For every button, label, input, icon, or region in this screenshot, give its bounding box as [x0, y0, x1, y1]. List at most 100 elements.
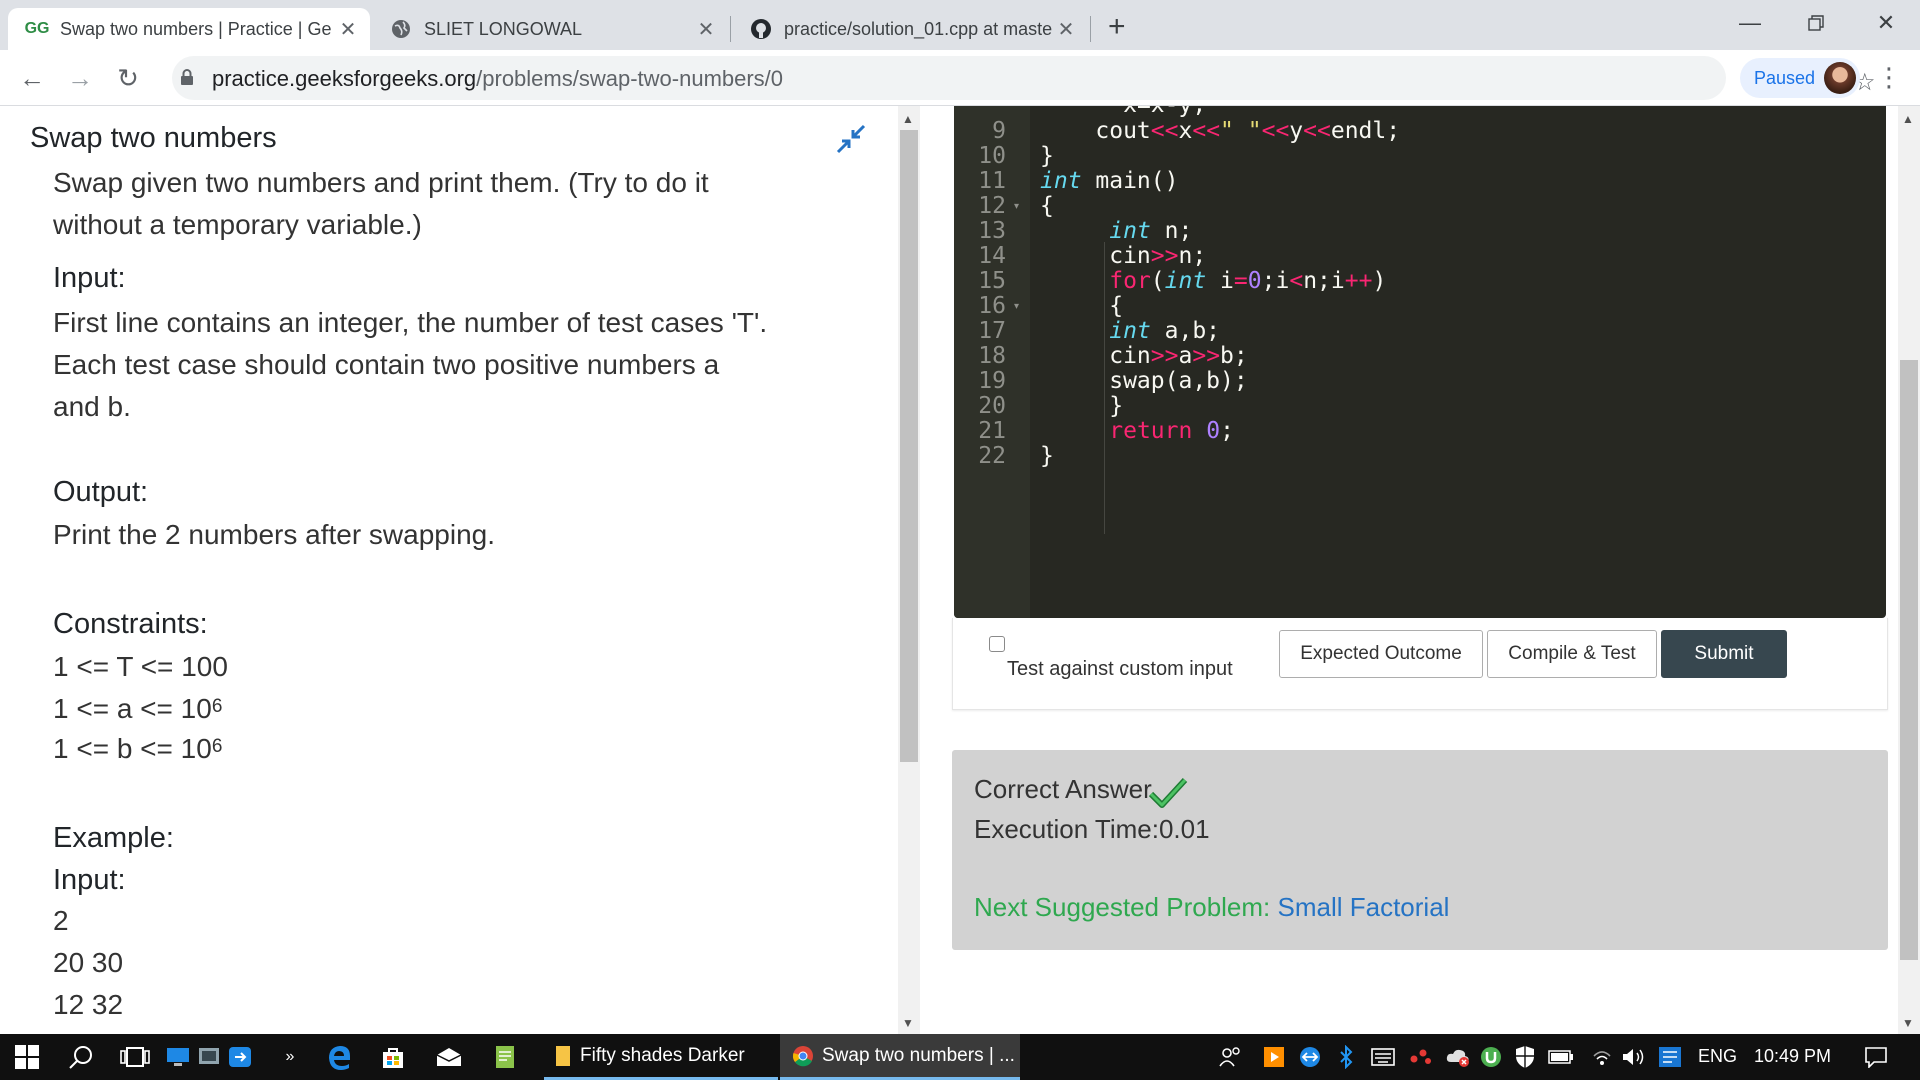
media-player-icon[interactable]	[1262, 1034, 1286, 1080]
search-icon[interactable]	[64, 1034, 98, 1080]
code-line: cout<<x<<" "<<y<<endl;	[1040, 118, 1401, 144]
notepad-icon[interactable]	[488, 1034, 522, 1080]
compile-test-button[interactable]: Compile & Test	[1487, 630, 1657, 678]
output-heading: Output:	[53, 476, 149, 508]
scroll-down-icon[interactable]: ▼	[902, 1016, 914, 1030]
code-line: int n;	[1109, 218, 1193, 244]
tab-title: SLIET LONGOWAL	[424, 18, 583, 39]
new-tab-icon[interactable]: +	[1108, 10, 1126, 44]
scroll-up-icon[interactable]: ▲	[1902, 112, 1914, 126]
store-icon[interactable]	[376, 1034, 410, 1080]
page-scrollbar[interactable]: ▲ ▼	[1898, 106, 1920, 1034]
shield-icon[interactable]	[1512, 1034, 1538, 1080]
tab-github-solution[interactable]: practice/solution_01.cpp at maste ✕	[732, 8, 1088, 50]
line-number: 19	[978, 368, 1006, 394]
cloud-sync-icon[interactable]	[1444, 1034, 1472, 1080]
action-bar: Test against custom input Expected Outco…	[952, 618, 1888, 710]
custom-input-label: Test against custom input	[1007, 658, 1233, 680]
fold-arrow-icon[interactable]: ▾	[1014, 301, 1019, 312]
browser-toolbar: ← → ↻ practice.geeksforgeeks.org/problem…	[0, 50, 1920, 106]
submit-button[interactable]: Submit	[1661, 630, 1787, 678]
scroll-up-icon[interactable]: ▲	[902, 112, 914, 126]
execution-time: Execution Time:0.01	[974, 814, 1210, 844]
close-tab-icon[interactable]: ✕	[1052, 17, 1080, 42]
code-line: int a,b;	[1109, 318, 1221, 344]
taskbar-app-chrome[interactable]: Swap two numbers | ...	[780, 1034, 1020, 1080]
constraint: 1 <= b <= 106	[53, 733, 223, 764]
people-icon[interactable]	[1218, 1034, 1244, 1080]
minimize-icon[interactable]: —	[1720, 4, 1780, 42]
code-line: }	[1040, 393, 1124, 419]
code-line: cin>>a>>b;	[1040, 343, 1248, 369]
tab-sliet[interactable]: SLIET LONGOWAL ✕	[372, 8, 728, 50]
scrollbar-thumb[interactable]	[900, 130, 918, 762]
edge-icon[interactable]	[322, 1034, 356, 1080]
screenshot-icon[interactable]	[196, 1034, 222, 1080]
code-line: {	[1040, 293, 1124, 319]
clock[interactable]: 10:49 PM	[1754, 1046, 1831, 1067]
example-line: 12 32	[53, 989, 124, 1020]
windows-start-icon[interactable]	[10, 1034, 44, 1080]
action-center-icon[interactable]	[1856, 1034, 1896, 1080]
expected-outcome-button[interactable]: Expected Outcome	[1279, 630, 1483, 678]
code-line: x=x-y;	[1040, 106, 1206, 118]
code-line: {	[1040, 193, 1054, 219]
next-problem-link[interactable]: Small Factorial	[1278, 892, 1450, 922]
scrollbar-thumb[interactable]	[1900, 360, 1918, 960]
line-number: 13	[978, 218, 1006, 244]
example-line: 2	[53, 905, 69, 936]
remote-icon[interactable]	[226, 1034, 254, 1080]
line-number: 15	[978, 268, 1006, 294]
reload-icon[interactable]: ↻	[110, 60, 146, 96]
overflow-chevron-icon[interactable]: »	[280, 1034, 300, 1080]
collapse-icon[interactable]	[836, 124, 866, 154]
tab-swap-two-numbers[interactable]: GG Swap two numbers | Practice | Ge ✕	[8, 8, 370, 50]
line-number: 11	[978, 168, 1006, 194]
line-number: 20	[978, 393, 1006, 419]
next-suggested-problem: Next Suggested Problem: Small Factorial	[974, 892, 1450, 922]
description-line: Swap given two numbers and print them. (…	[53, 167, 709, 198]
line-number: 14	[978, 243, 1006, 269]
back-icon[interactable]: ←	[14, 60, 50, 96]
example-line: 20 30	[53, 947, 124, 978]
share-icon[interactable]	[1408, 1034, 1434, 1080]
fold-arrow-icon[interactable]: ▾	[1014, 201, 1019, 212]
restore-icon[interactable]	[1786, 4, 1846, 42]
description-line: without a temporary variable.)	[53, 209, 422, 240]
volume-icon[interactable]	[1620, 1034, 1648, 1080]
close-tab-icon[interactable]: ✕	[334, 17, 362, 42]
result-panel: Correct Answer. Execution Time:0.01 Next…	[952, 750, 1888, 950]
battery-icon[interactable]	[1548, 1034, 1574, 1080]
url-text: practice.geeksforgeeks.org/problems/swap…	[212, 66, 784, 91]
keyboard-icon[interactable]	[1370, 1034, 1396, 1080]
task-view-icon[interactable]	[118, 1034, 152, 1080]
close-window-icon[interactable]: ✕	[1856, 4, 1916, 42]
line-number: 18	[978, 343, 1006, 369]
taskbar-app-folder[interactable]: Fifty shades Darker	[544, 1034, 778, 1080]
close-tab-icon[interactable]: ✕	[692, 17, 720, 42]
forward-icon[interactable]: →	[62, 60, 98, 96]
code-line: for(int i=0;i<n;i++)	[1109, 268, 1387, 294]
tab-title: Swap two numbers | Practice | Ge	[60, 18, 332, 39]
address-bar[interactable]: practice.geeksforgeeks.org/problems/swap…	[172, 56, 1876, 100]
bluetooth-icon[interactable]	[1334, 1034, 1358, 1080]
constraint: 1 <= T <= 100	[53, 651, 228, 682]
input-language[interactable]: ENG	[1698, 1046, 1737, 1067]
torrent-icon[interactable]	[1478, 1034, 1504, 1080]
code-editor[interactable]: x=x-y; 9 cout<<x<<" "<<y<<endl; 10 } 11 …	[954, 106, 1886, 618]
wifi-icon[interactable]	[1590, 1034, 1614, 1080]
monitor-icon[interactable]	[164, 1034, 192, 1080]
teamviewer-icon[interactable]	[1298, 1034, 1322, 1080]
scroll-down-icon[interactable]: ▼	[1902, 1016, 1914, 1030]
code-line: }	[1040, 443, 1054, 469]
language-pad-icon[interactable]	[1656, 1034, 1684, 1080]
avatar[interactable]	[1824, 62, 1856, 94]
input-text: and b.	[53, 391, 131, 422]
example-input-heading: Input:	[53, 864, 126, 896]
output-text: Print the 2 numbers after swapping.	[53, 519, 496, 550]
mail-icon[interactable]	[432, 1034, 466, 1080]
tab-strip: GG Swap two numbers | Practice | Ge ✕ SL…	[0, 0, 1920, 50]
menu-dots-icon[interactable]: ⋮	[1876, 62, 1902, 93]
problem-scrollbar[interactable]: ▲ ▼	[898, 106, 920, 1034]
custom-input-checkbox[interactable]	[989, 636, 1005, 652]
